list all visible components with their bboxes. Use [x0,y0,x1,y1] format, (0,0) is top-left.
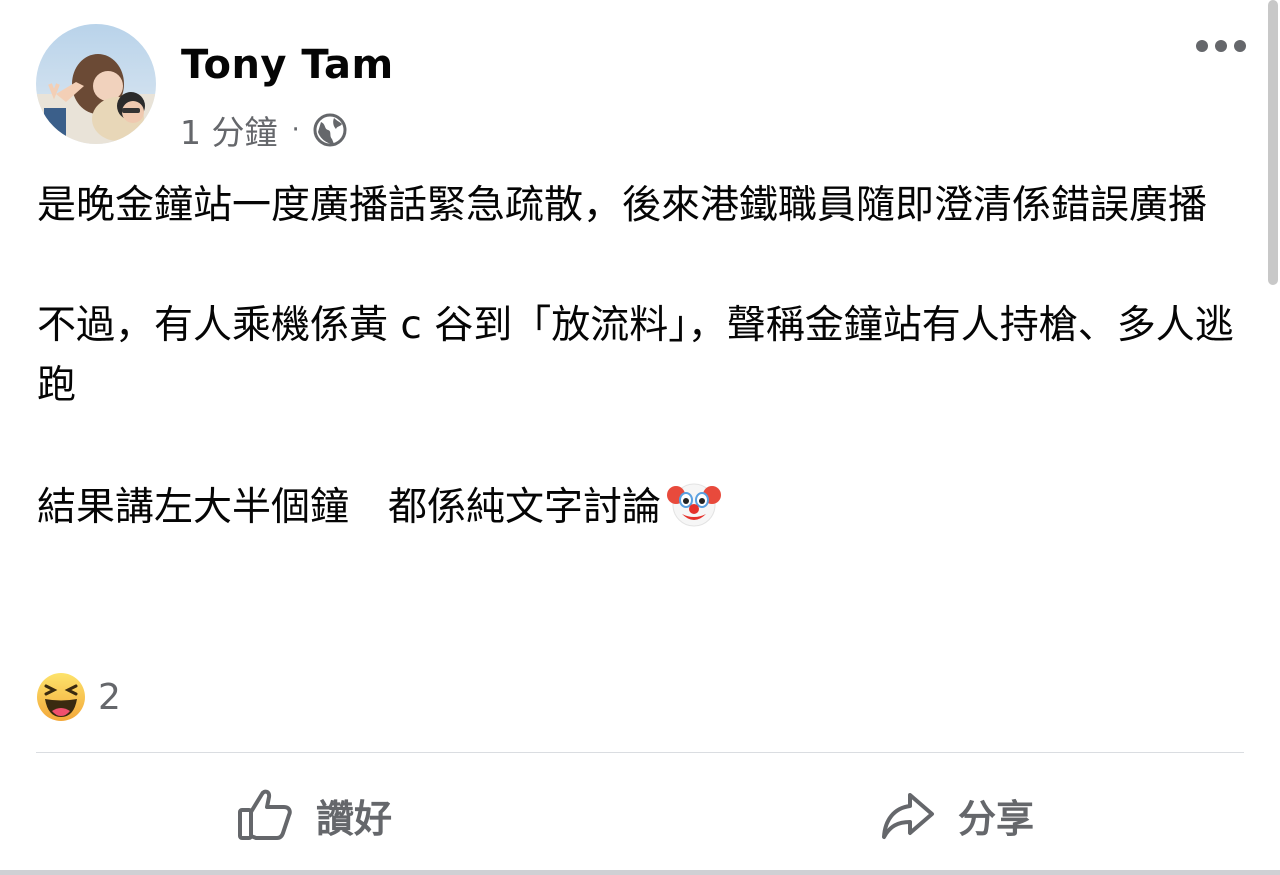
post-paragraph: 結果講左大半個鐘 都係純文字討論 [37,485,662,530]
like-button[interactable]: 讚好 [236,782,392,848]
post-timestamp[interactable]: 1 分鐘 [180,106,278,154]
author-name[interactable]: Tony Tam [181,42,394,88]
share-label: 分享 [958,796,1035,841]
clown-face-emoji [667,483,722,527]
scrollbar[interactable] [1268,0,1278,285]
more-dot [1215,40,1227,52]
more-dot [1234,40,1246,52]
globe-icon [312,112,348,148]
reaction-count: 2 [98,676,121,718]
share-arrow-icon [882,793,934,839]
post-paragraph: 不過，有人乘機係黃 c 谷到「放流料」，聲稱金鐘站有人持槍、多人逃跑 [37,303,1234,408]
meta-separator: · [291,115,300,145]
more-dot [1196,40,1208,52]
more-options-button[interactable] [1196,40,1246,52]
reaction-summary[interactable]: 2 [36,672,121,722]
post-paragraph: 是晚金鐘站一度廣播話緊急疏散，後來港鐵職員隨即澄清係錯誤廣播 [37,183,1208,228]
post-body: 是晚金鐘站一度廣播話緊急疏散，後來港鐵職員隨即澄清係錯誤廣播 不過，有人乘機係黃… [37,176,1237,598]
post-meta: 1 分鐘 · [180,106,348,154]
bottom-border [0,870,1280,875]
like-label: 讚好 [316,796,393,841]
share-button[interactable]: 分享 [880,782,1034,848]
thumbs-up-icon [238,789,292,840]
avatar[interactable] [36,24,156,144]
post-paragraph-last: 結果講左大半個鐘 都係純文字討論 [37,476,1237,538]
laughing-haha-emoji [37,673,85,721]
post-card: Tony Tam 1 分鐘 · 是晚金鐘站一度廣播話緊急疏散，後來港鐵職員隨即澄… [0,0,1280,875]
divider [36,752,1244,753]
